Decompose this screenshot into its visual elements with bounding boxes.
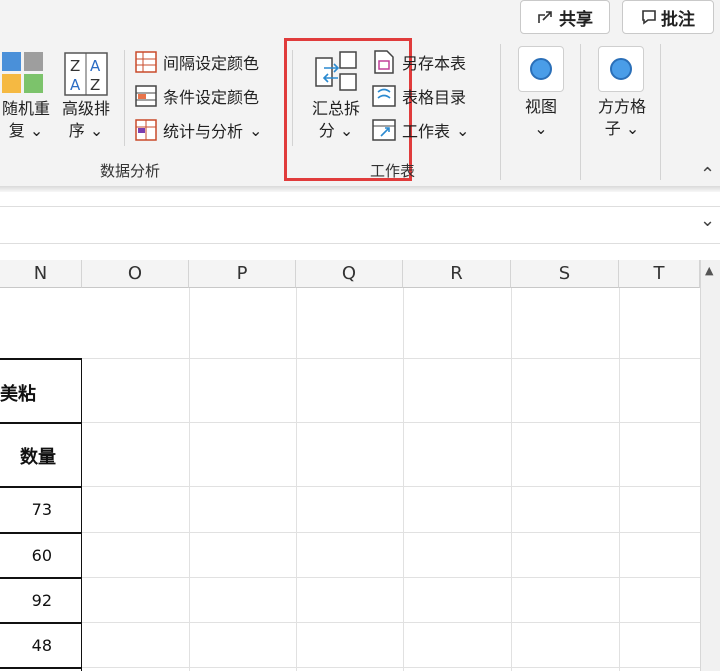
chevron-down-icon: ⌄ bbox=[249, 120, 263, 140]
summary-split-button[interactable]: 汇总拆 分 ⌄ bbox=[304, 50, 368, 150]
summary-split-line1: 汇总拆 bbox=[311, 99, 360, 118]
ribbon-separator bbox=[124, 50, 125, 146]
statistics-icon bbox=[135, 119, 157, 141]
column-header-r[interactable]: R bbox=[403, 260, 511, 288]
worksheet-icon bbox=[372, 119, 396, 141]
worksheet-button[interactable]: 工作表 ⌄ bbox=[372, 118, 469, 142]
worksheet-label: 工作表 bbox=[402, 122, 451, 141]
view-icon bbox=[518, 46, 564, 92]
view-label: 视图 bbox=[524, 97, 557, 116]
comment-icon bbox=[642, 10, 656, 25]
column-header-o[interactable]: O bbox=[82, 260, 189, 288]
share-icon bbox=[538, 11, 552, 23]
merged-header-cell[interactable]: 美粘 bbox=[0, 380, 36, 406]
quantity-cell[interactable]: 73 bbox=[10, 500, 52, 519]
expand-formula-icon[interactable]: ⌄ bbox=[700, 210, 715, 231]
column-header-t[interactable]: T bbox=[619, 260, 700, 288]
comment-label: 批注 bbox=[661, 9, 695, 30]
group-label-data-analysis: 数据分析 bbox=[100, 162, 161, 180]
formula-bar[interactable] bbox=[0, 206, 720, 244]
random-grid-icon bbox=[2, 52, 43, 93]
statistics-label: 统计与分析 bbox=[163, 122, 244, 141]
quantity-cell[interactable]: 48 bbox=[10, 636, 52, 655]
share-label: 共享 bbox=[559, 9, 593, 30]
ribbon-separator bbox=[500, 44, 501, 180]
sort-az-icon: Z A A Z bbox=[64, 52, 108, 96]
chevron-down-icon: ⌄ bbox=[456, 120, 470, 140]
vertical-scrollbar[interactable]: ▲ bbox=[700, 260, 720, 671]
advanced-sort-button[interactable]: Z A A Z 高级排 序 ⌄ bbox=[58, 50, 114, 150]
fangfang-line2: 子 bbox=[604, 119, 621, 138]
chevron-down-icon: ⌄ bbox=[534, 119, 548, 138]
chevron-down-icon: ⌄ bbox=[625, 119, 640, 138]
fangfang-icon bbox=[598, 46, 644, 92]
interval-color-icon bbox=[135, 51, 157, 73]
column-header-p[interactable]: P bbox=[189, 260, 296, 288]
adv-sort-line2: 序 bbox=[68, 121, 85, 140]
adv-sort-line1: 高级排 bbox=[61, 99, 110, 118]
view-button[interactable]: 视图 ⌄ bbox=[514, 46, 568, 146]
statistics-analysis-button[interactable]: 统计与分析 ⌄ bbox=[135, 118, 262, 142]
table-directory-icon bbox=[372, 85, 396, 107]
chevron-down-icon: ⌄ bbox=[29, 121, 44, 140]
column-header-n[interactable]: N bbox=[0, 260, 82, 288]
quantity-cell[interactable]: 92 bbox=[10, 591, 52, 610]
group-label-sheet: 工作表 bbox=[370, 162, 416, 180]
column-header-q[interactable]: Q bbox=[296, 260, 403, 288]
scroll-up-icon[interactable]: ▲ bbox=[705, 264, 713, 277]
ribbon-separator bbox=[660, 44, 661, 180]
svg-text:A: A bbox=[70, 76, 81, 94]
collapse-ribbon-icon[interactable]: ⌃ bbox=[700, 164, 715, 185]
summary-split-line2: 分 bbox=[318, 121, 335, 140]
ribbon-separator bbox=[580, 44, 581, 180]
ribbon-shadow bbox=[0, 186, 720, 192]
interval-color-button[interactable]: 间隔设定颜色 bbox=[135, 50, 259, 74]
save-sheet-button[interactable]: 另存本表 bbox=[372, 50, 466, 74]
column-header-s[interactable]: S bbox=[511, 260, 619, 288]
conditional-color-button[interactable]: 条件设定颜色 bbox=[135, 84, 259, 108]
fangfang-line1: 方方格 bbox=[597, 97, 646, 116]
conditional-color-label: 条件设定颜色 bbox=[163, 88, 260, 107]
share-button[interactable]: 共享 bbox=[520, 0, 610, 34]
svg-text:Z: Z bbox=[90, 76, 100, 94]
table-directory-button[interactable]: 表格目录 bbox=[372, 84, 466, 108]
quantity-header-cell[interactable]: 数量 bbox=[20, 443, 56, 469]
chevron-down-icon: ⌄ bbox=[89, 121, 104, 140]
svg-text:Z: Z bbox=[70, 57, 80, 75]
save-sheet-icon bbox=[374, 50, 394, 74]
save-sheet-label: 另存本表 bbox=[402, 54, 467, 73]
chevron-down-icon: ⌄ bbox=[339, 121, 354, 140]
fangfang-grid-button[interactable]: 方方格 子 ⌄ bbox=[592, 46, 652, 146]
interval-color-label: 间隔设定颜色 bbox=[163, 54, 260, 73]
conditional-color-icon bbox=[135, 85, 157, 107]
random-dup-line1: 随机重 bbox=[1, 99, 50, 118]
summary-split-icon bbox=[315, 51, 357, 91]
quantity-cell[interactable]: 60 bbox=[10, 546, 52, 565]
random-duplicate-button[interactable]: 随机重 复 ⌄ bbox=[0, 50, 52, 150]
random-dup-line2: 复 bbox=[8, 121, 25, 140]
svg-text:A: A bbox=[90, 57, 101, 75]
comment-button[interactable]: 批注 bbox=[622, 0, 714, 34]
table-directory-label: 表格目录 bbox=[402, 88, 467, 107]
